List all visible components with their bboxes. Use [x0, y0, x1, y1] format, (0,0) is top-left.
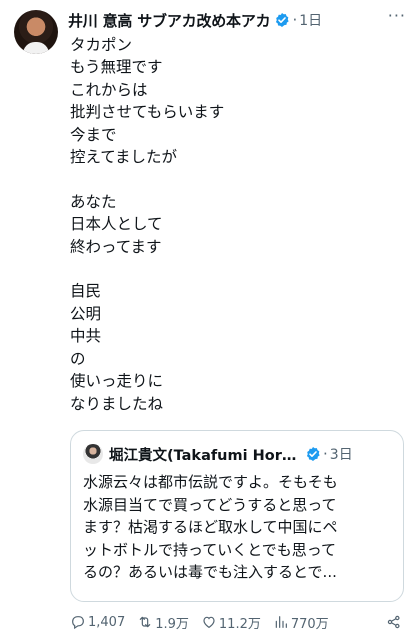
post-time[interactable]: 1日 — [299, 10, 322, 30]
quoted-post-body: 水源云々は都市伝説ですよ。そもそも 水源目当てで買ってどうすると思って ます？枯… — [83, 473, 338, 581]
views-button[interactable]: 770万 — [273, 613, 329, 632]
like-count: 11.2万 — [218, 616, 261, 632]
views-icon — [275, 616, 287, 628]
author-avatar[interactable] — [14, 10, 58, 54]
quoted-author-name: 堀江貴文(Takafumi Hori... — [109, 447, 301, 464]
quoted-author-avatar — [83, 444, 103, 464]
reply-button[interactable]: 1,407 — [70, 614, 125, 630]
quoted-post-header: 堀江貴文(Takafumi Hori... · 3日 — [83, 443, 395, 465]
post-header: 井川 意高 サブアカ改め本アカ · 1日 — [68, 8, 406, 32]
share-button[interactable] — [386, 614, 404, 630]
quoted-post[interactable]: 堀江貴文(Takafumi Hori... · 3日 水源云々は都市伝説ですよ。… — [70, 430, 404, 602]
repost-count: 1.9万 — [155, 616, 189, 632]
separator-dot: · — [323, 445, 328, 463]
separator-dot: · — [292, 11, 298, 29]
reply-count: 1,407 — [88, 614, 126, 630]
author-name[interactable]: 井川 意高 サブアカ改め本アカ — [68, 10, 271, 31]
quoted-post-time: 3日 — [329, 447, 353, 463]
views-count: 770万 — [290, 616, 329, 632]
share-icon — [387, 615, 400, 629]
repost-icon — [139, 616, 151, 628]
verified-badge-icon — [306, 447, 320, 461]
repost-button[interactable]: 1.9万 — [137, 613, 189, 632]
reply-icon — [72, 616, 84, 630]
like-button[interactable]: 11.2万 — [201, 613, 261, 632]
verified-badge-icon — [276, 13, 290, 27]
like-icon — [203, 616, 215, 629]
action-bar: 1,407 1.9万 11.2万 770万 — [70, 610, 404, 634]
post-body: タカポン もう無理です これからは 批判させてもらいます 今まで 控えてましたが… — [70, 36, 225, 413]
more-options-icon[interactable]: ··· — [388, 6, 406, 26]
